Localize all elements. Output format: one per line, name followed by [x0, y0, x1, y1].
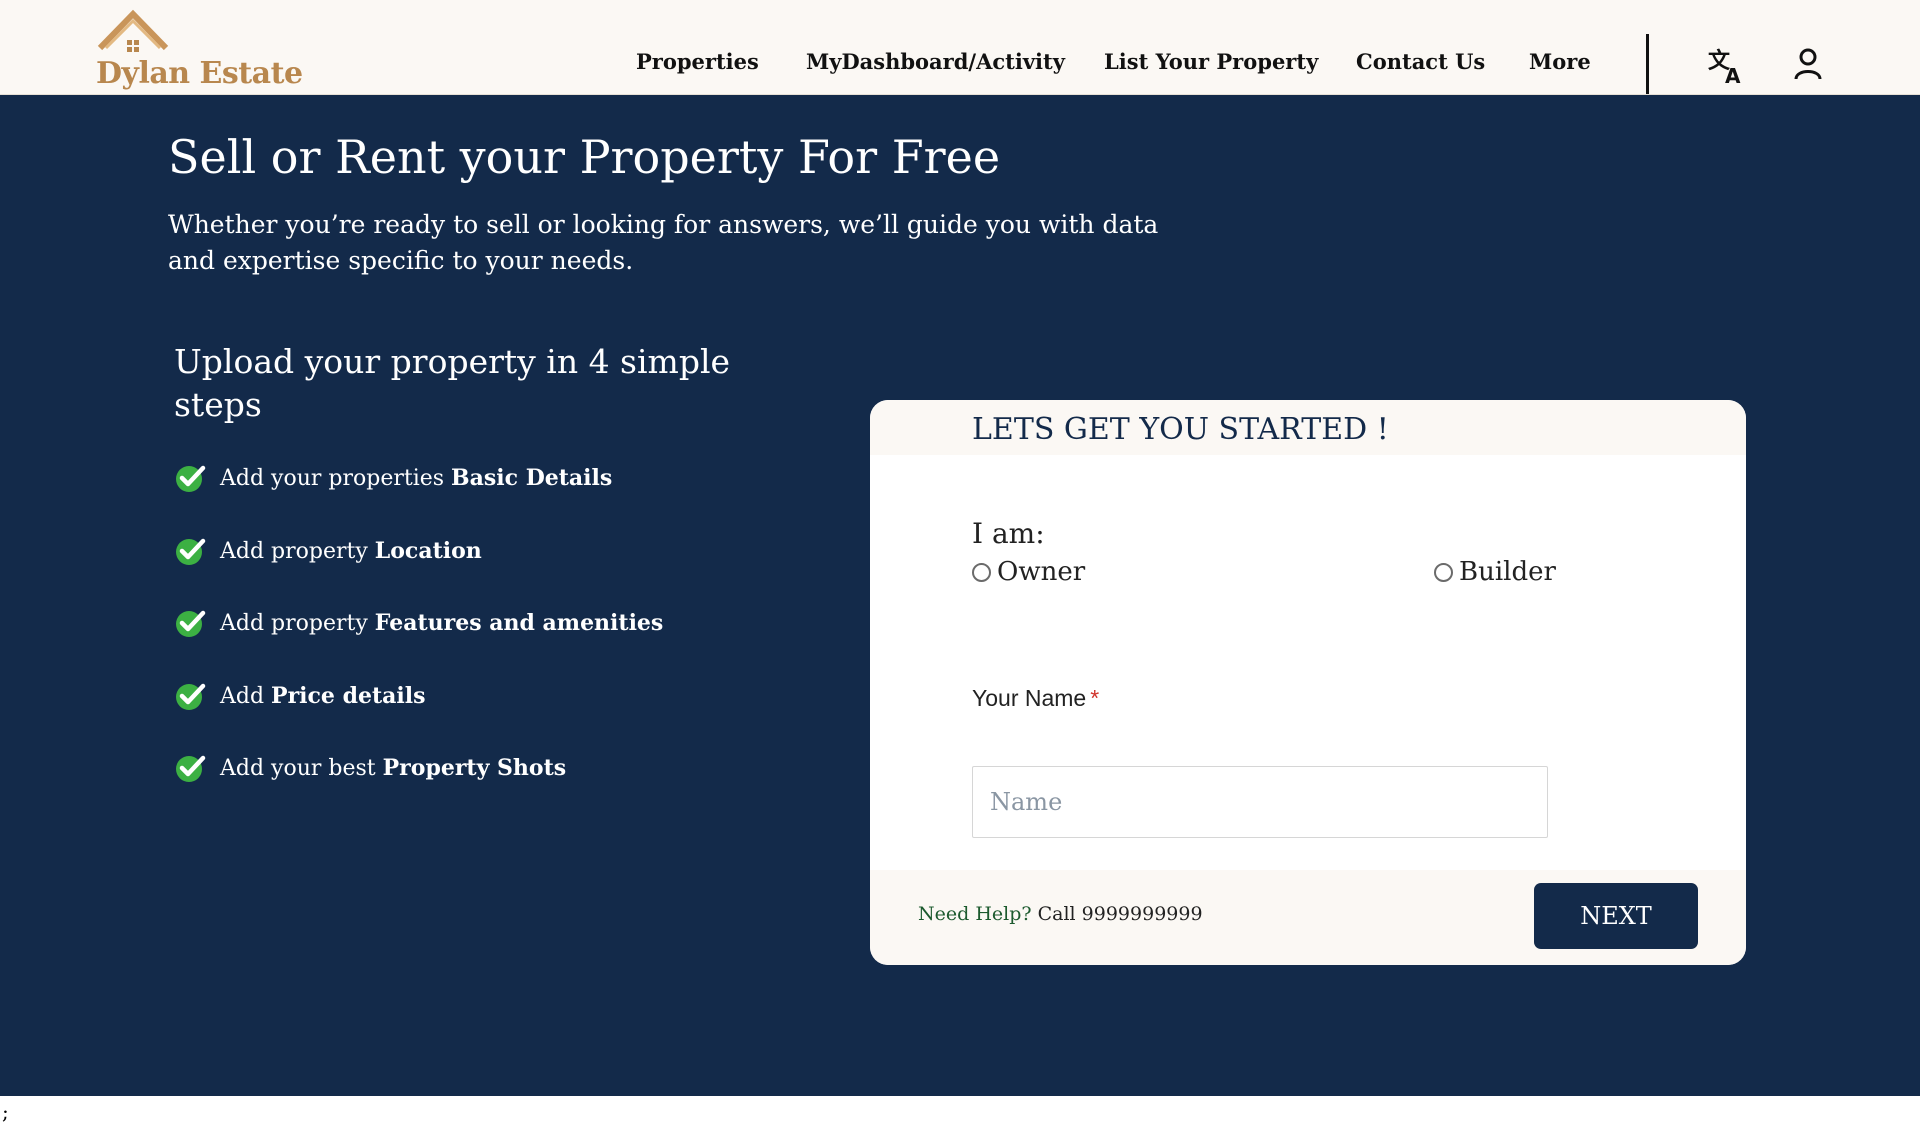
- radio-owner[interactable]: Owner: [972, 557, 1085, 587]
- hero-section: Sell or Rent your Property For Free Whet…: [0, 95, 1920, 1096]
- step-text: Add property Location: [220, 538, 482, 564]
- check-circle-icon: [176, 683, 206, 710]
- step-text: Add Price details: [220, 683, 426, 709]
- check-circle-icon: [176, 610, 206, 637]
- nav-divider: [1646, 34, 1649, 94]
- step-item: Add property Features and amenities: [174, 605, 663, 641]
- need-help-link[interactable]: Need Help?: [918, 903, 1032, 925]
- get-started-form: LETS GET YOU STARTED ! I am: Owner Build…: [870, 400, 1746, 965]
- nav-list-your-property[interactable]: List Your Property: [1104, 49, 1318, 74]
- nav-contact-us[interactable]: Contact Us: [1356, 49, 1485, 74]
- form-title: LETS GET YOU STARTED !: [972, 412, 1389, 447]
- name-field-label: Your Name *: [972, 685, 1100, 711]
- help-text: Need Help? Call 9999999999: [918, 903, 1203, 925]
- user-icon[interactable]: [1790, 46, 1826, 82]
- step-item: Add your best Property Shots: [174, 750, 566, 786]
- brand-name: Dylan Estate: [96, 56, 303, 91]
- radio-builder[interactable]: Builder: [1434, 557, 1556, 587]
- nav-more[interactable]: More: [1529, 49, 1591, 74]
- step-item: Add property Location: [174, 533, 482, 569]
- radio-circle[interactable]: [1434, 562, 1453, 582]
- required-marker: *: [1090, 685, 1100, 711]
- help-phone: Call 9999999999: [1031, 903, 1203, 925]
- name-input[interactable]: [972, 766, 1548, 838]
- step-text: Add property Features and amenities: [220, 610, 664, 636]
- nav-properties[interactable]: Properties: [636, 49, 759, 74]
- radio-circle[interactable]: [972, 562, 991, 582]
- radio-builder-label[interactable]: Builder: [1459, 557, 1556, 587]
- radio-owner-label[interactable]: Owner: [997, 557, 1085, 587]
- hero-subtitle: Whether you’re ready to sell or looking …: [168, 210, 1159, 275]
- step-text: Add your properties Basic Details: [220, 465, 613, 491]
- brand-logo[interactable]: Dylan Estate: [94, 8, 303, 92]
- house-roof-icon: [97, 9, 169, 52]
- step-item: Add your properties Basic Details: [174, 460, 612, 496]
- check-circle-icon: [176, 755, 206, 782]
- next-button[interactable]: NEXT: [1534, 883, 1698, 949]
- check-circle-icon: [176, 538, 206, 565]
- svg-text:A: A: [1725, 64, 1741, 86]
- check-circle-icon: [176, 465, 206, 492]
- stray-text: ;: [2, 1100, 9, 1124]
- hero-title: Sell or Rent your Property For Free: [168, 130, 1001, 184]
- site-header: Dylan Estate Properties MyDashboard/Acti…: [0, 0, 1920, 95]
- step-text: Add your best Property Shots: [220, 755, 567, 781]
- translate-icon[interactable]: 文 A: [1708, 46, 1748, 86]
- role-label: I am:: [972, 517, 1045, 550]
- steps-title: Upload your property in 4 simple steps: [174, 342, 731, 424]
- nav-dashboard-activity[interactable]: MyDashboard/Activity: [806, 49, 1065, 74]
- step-item: Add Price details: [174, 678, 426, 714]
